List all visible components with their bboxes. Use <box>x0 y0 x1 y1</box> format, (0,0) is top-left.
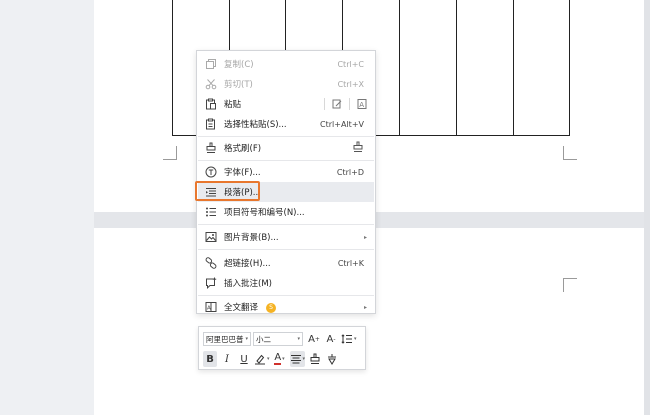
paste-icon <box>205 98 217 110</box>
comment-icon <box>205 277 217 289</box>
phonetic-guide-button[interactable] <box>325 351 339 367</box>
menu-item-label: 全文翻译 S <box>224 301 374 313</box>
margin-crop-mark <box>563 146 577 160</box>
menu-separator <box>198 160 374 161</box>
menu-item-label: 项目符号和编号(N)... <box>224 208 305 218</box>
italic-button[interactable]: I <box>220 351 234 367</box>
menu-separator <box>198 136 374 137</box>
highlight-button[interactable]: ▾ <box>254 351 270 367</box>
bullet-list-icon <box>205 206 217 218</box>
menu-item-copy[interactable]: 复制(C) Ctrl+C <box>198 54 374 74</box>
format-painter-button[interactable] <box>308 351 322 367</box>
picture-icon <box>205 231 217 243</box>
svg-text:A: A <box>359 101 364 109</box>
menu-item-cut[interactable]: 剪切(T) Ctrl+X <box>198 74 374 94</box>
menu-item-bullets-numbering[interactable]: 项目符号和编号(N)... <box>198 202 374 222</box>
table-column-line <box>456 0 457 135</box>
format-painter-icon <box>205 142 217 154</box>
line-spacing-icon <box>341 334 352 344</box>
menu-item-label: 复制(C) <box>224 60 254 70</box>
menu-item-shortcut: Ctrl+X <box>337 79 364 89</box>
menu-item-label: 选择性粘贴(S)... <box>224 120 287 130</box>
table-column-line <box>399 0 400 135</box>
shrink-font-button[interactable]: A- <box>324 331 338 347</box>
menu-item-label: 插入批注(M) <box>224 279 272 289</box>
translate-icon: A <box>205 301 217 313</box>
menu-item-shortcut: Ctrl+D <box>336 167 364 177</box>
menu-item-label: 粘贴 <box>224 100 242 110</box>
font-name-value: 阿里巴巴普 <box>206 334 244 344</box>
scroll-edge <box>644 0 650 415</box>
link-icon <box>205 257 217 269</box>
font-icon <box>205 166 217 178</box>
underline-button[interactable]: U <box>237 351 251 367</box>
painter-extra-icon <box>352 141 364 155</box>
vip-badge-icon: S <box>266 302 277 313</box>
chevron-down-icon: ▾ <box>297 336 300 342</box>
submenu-arrow-icon: ▸ <box>363 303 367 311</box>
margin-crop-mark <box>163 146 177 160</box>
format-painter-icon <box>310 353 320 364</box>
menu-item-label: 超链接(H)... <box>224 259 271 269</box>
menu-item-full-translate[interactable]: A 全文翻译 S ▸ <box>198 297 374 317</box>
menu-item-paste[interactable]: 粘贴 A <box>198 94 374 114</box>
font-name-select[interactable]: 阿里巴巴普 ▾ <box>203 332 251 346</box>
bold-button[interactable]: B <box>203 351 217 367</box>
phonetic-guide-icon <box>328 354 337 365</box>
paste-options: A <box>318 98 368 110</box>
menu-separator <box>198 295 374 296</box>
svg-text:A: A <box>207 306 211 312</box>
mini-format-toolbar: 阿里巴巴普 ▾ 小二 ▾ A + A- ▾ B I U ▾ A ▾ ▾ <box>198 326 366 370</box>
menu-item-paste-special[interactable]: 选择性粘贴(S)... Ctrl+Alt+V <box>198 114 374 134</box>
paste-text-only-icon[interactable]: A <box>356 98 368 110</box>
font-size-value: 小二 <box>256 334 271 344</box>
highlighter-icon <box>255 354 265 365</box>
chevron-down-icon: ▾ <box>245 336 249 342</box>
menu-item-picture-background[interactable]: 图片背景(B)... ▸ <box>198 227 374 247</box>
menu-separator <box>198 224 374 225</box>
grow-font-button[interactable]: A + <box>307 331 321 347</box>
font-color-button[interactable]: A ▾ <box>273 351 287 367</box>
line-spacing-button[interactable]: ▾ <box>341 331 357 347</box>
menu-item-format-painter[interactable]: 格式刷(F) <box>198 138 374 158</box>
menu-separator <box>198 249 374 250</box>
copy-icon <box>205 58 217 70</box>
menu-item-shortcut: Ctrl+K <box>337 258 364 268</box>
menu-item-hyperlink[interactable]: 超链接(H)... Ctrl+K <box>198 253 374 273</box>
scissors-icon <box>205 78 217 90</box>
menu-item-shortcut: Ctrl+Alt+V <box>320 119 364 129</box>
align-button[interactable]: ▾ <box>289 351 306 367</box>
menu-item-label: 图片背景(B)... <box>224 233 279 243</box>
align-center-icon <box>290 355 301 364</box>
menu-item-label: 字体(F)... <box>224 168 261 178</box>
font-size-select[interactable]: 小二 ▾ <box>253 332 303 346</box>
margin-crop-mark <box>563 278 577 292</box>
menu-item-label: 剪切(T) <box>224 80 253 90</box>
paste-keep-format-icon[interactable] <box>331 98 343 110</box>
menu-item-shortcut: Ctrl+C <box>337 59 364 69</box>
menu-item-font[interactable]: 字体(F)... Ctrl+D <box>198 162 374 182</box>
paste-special-icon <box>205 118 217 130</box>
menu-item-label: 格式刷(F) <box>224 144 262 154</box>
menu-item-insert-comment[interactable]: 插入批注(M) <box>198 273 374 293</box>
table-column-line <box>513 0 514 135</box>
submenu-arrow-icon: ▸ <box>363 233 367 241</box>
highlight-annotation <box>195 181 260 201</box>
